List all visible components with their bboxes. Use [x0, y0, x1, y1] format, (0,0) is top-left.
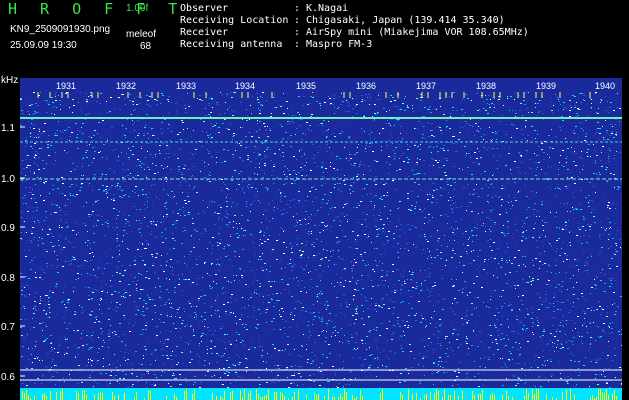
meta-receiver: Receiver: AirSpy mini (Miakejima VOR 108.… [180, 27, 529, 38]
y-tick-label: 1.0 [1, 174, 15, 185]
y-tick-label: 0.7 [1, 322, 15, 333]
meta-key: Receiver [180, 27, 229, 38]
x-tick-label: 1931 [56, 81, 76, 91]
app-title: H R O F F T [8, 0, 185, 18]
meta-value: Chigasaki, Japan (139.414 35.340) [306, 15, 505, 26]
x-tick-label: 1940 [595, 81, 615, 91]
noise-floor-band [20, 388, 622, 400]
timestamp-label: 25.09.09 19:30 [10, 40, 77, 51]
filename-label: KN9_2509091930.png [10, 24, 111, 35]
header-panel: H R O F F T 1.00f KN9_2509091930.png 25.… [0, 0, 629, 76]
meta-observer: Observer: K.Nagai [180, 3, 349, 14]
y-axis-unit: kHz [1, 75, 19, 86]
meta-location: Receiving Location: Chigasaki, Japan (139… [180, 15, 505, 26]
x-tick-label: 1936 [356, 81, 376, 91]
meleof-value: 68 [140, 41, 152, 52]
meta-key: Receiving antenna [180, 39, 283, 50]
x-tick-label: 1937 [416, 81, 436, 91]
x-tick-label: 1933 [176, 81, 196, 91]
meta-value: Maspro FM-3 [306, 39, 373, 50]
y-tick-label: 0.6 [1, 372, 15, 383]
x-tick-label: 1932 [116, 81, 136, 91]
spectrogram-plot: 1931 1932 1933 1934 1935 1936 1937 1938 … [20, 78, 622, 400]
y-tick-label: 1.1 [1, 123, 15, 134]
meta-antenna: Receiving antenna: Maspro FM-3 [180, 39, 373, 50]
y-tick-label: 0.9 [1, 223, 15, 234]
x-tick-label: 1934 [235, 81, 255, 91]
x-tick-label: 1935 [296, 81, 316, 91]
meta-value: K.Nagai [306, 3, 349, 14]
meta-key: Receiving Location [180, 15, 289, 26]
meleof-label: meleof [126, 29, 157, 40]
y-tick-label: 0.8 [1, 273, 15, 284]
x-tick-label: 1939 [536, 81, 556, 91]
x-tick-label: 1938 [476, 81, 496, 91]
meta-key: Observer [180, 3, 229, 14]
version-label: 1.00f [126, 3, 149, 14]
meta-value: AirSpy mini (Miakejima VOR 108.65MHz) [306, 27, 529, 38]
